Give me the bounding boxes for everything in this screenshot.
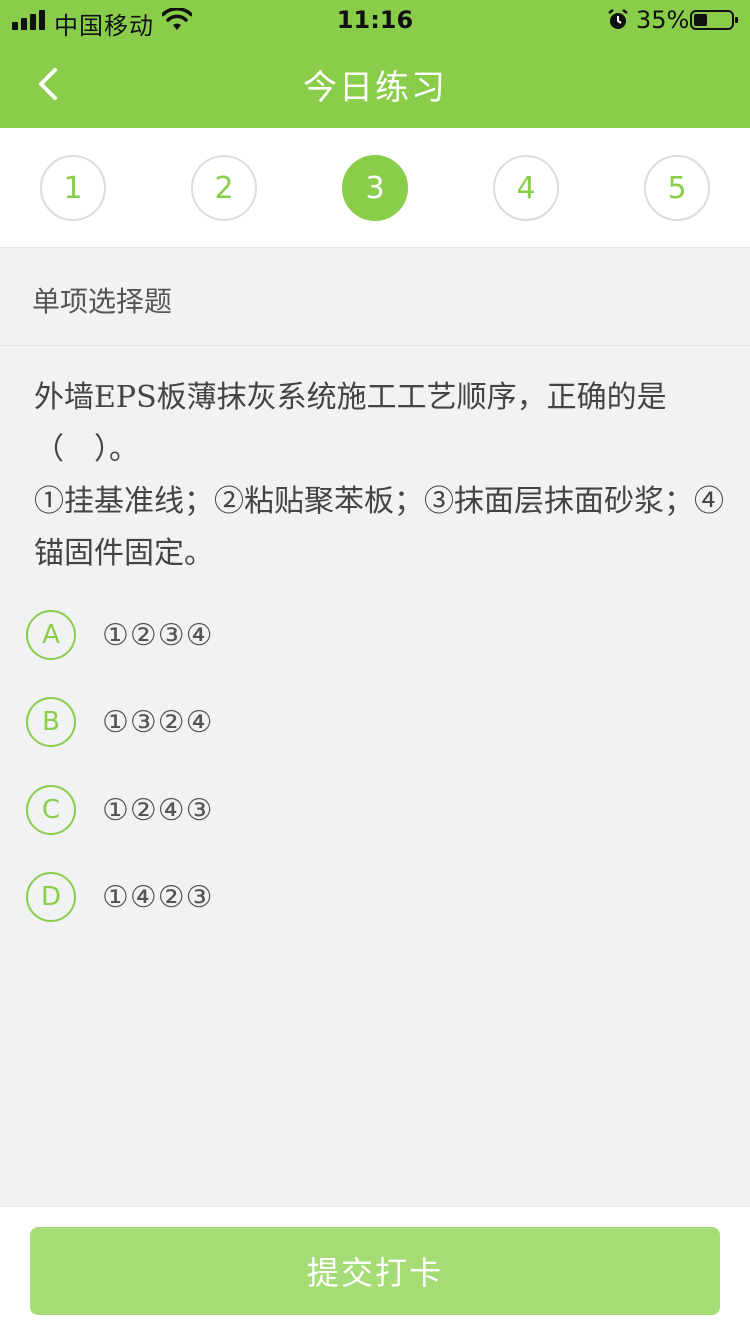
question-line: 锚固件固定。 (34, 536, 214, 571)
step-3-active[interactable]: 3 (342, 155, 408, 221)
battery-percent: 35% (636, 6, 690, 34)
question-type-label: 单项选择题 (32, 285, 173, 318)
question-line: （ ）。 (34, 432, 139, 467)
footer-bar: 提交打卡 (0, 1206, 750, 1334)
navigation-bar: 今日练习 (0, 40, 750, 128)
option-text-d: ①④②③ (102, 880, 214, 915)
option-letter-d: D (26, 872, 76, 922)
submit-checkin-button[interactable]: 提交打卡 (30, 1227, 720, 1315)
step-1[interactable]: 1 (40, 155, 106, 221)
page-title: 今日练习 (303, 68, 447, 108)
alarm-icon (608, 9, 628, 29)
option-b[interactable]: B ①③②④ (26, 697, 726, 749)
step-4[interactable]: 4 (493, 155, 559, 221)
option-text-c: ①②④③ (102, 793, 214, 828)
step-2[interactable]: 2 (191, 155, 257, 221)
question-line: 外墙EPS板薄抹灰系统施工工艺顺序，正确的是 (34, 380, 667, 415)
question-type-header: 单项选择题 (0, 248, 750, 346)
app-header: 中国移动 11:16 35% 今日练习 (0, 0, 750, 128)
option-text-a: ①②③④ (102, 618, 214, 653)
option-letter-a: A (26, 610, 76, 660)
option-text-b: ①③②④ (102, 705, 214, 740)
status-bar: 中国移动 11:16 35% (0, 0, 750, 40)
option-letter-b: B (26, 697, 76, 747)
question-line: ①挂基准线；②粘贴聚苯板；③抹面层抹面砂浆；④ (34, 484, 724, 519)
question-text: 外墙EPS板薄抹灰系统施工工艺顺序，正确的是 （ ）。 ①挂基准线；②粘贴聚苯板… (34, 372, 724, 580)
option-letter-c: C (26, 785, 76, 835)
option-a[interactable]: A ①②③④ (26, 610, 726, 662)
option-c[interactable]: C ①②④③ (26, 785, 726, 837)
question-step-bar: 1 2 3 4 5 (0, 128, 750, 248)
step-5[interactable]: 5 (644, 155, 710, 221)
battery-icon (690, 10, 738, 30)
option-d[interactable]: D ①④②③ (26, 872, 726, 924)
